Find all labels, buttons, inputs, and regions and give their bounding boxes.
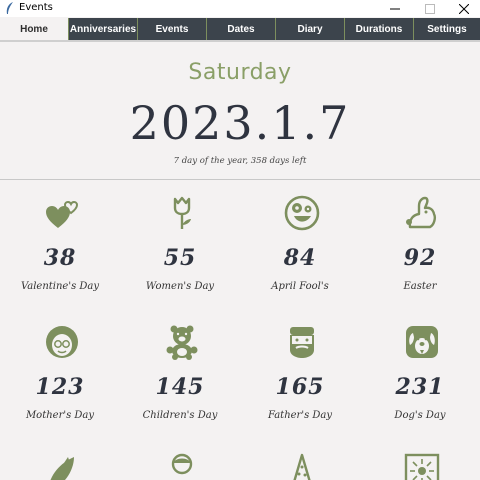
tab-label: Home xyxy=(20,23,48,35)
event-name: Father's Day xyxy=(267,410,333,421)
event-name: April Fool's xyxy=(271,281,329,292)
current-date: 2023.1.7 xyxy=(129,96,351,150)
weekday-label: Saturday xyxy=(188,60,292,85)
bearded-man-icon xyxy=(290,327,314,358)
leaf-icon xyxy=(50,457,74,480)
tab-divider xyxy=(0,40,480,42)
tab-label: Durations xyxy=(355,23,403,35)
tab-label: Anniversaries xyxy=(69,23,137,35)
tab-label: Events xyxy=(155,23,189,35)
event-days-count: 231 xyxy=(395,374,445,400)
grandma-icon xyxy=(46,326,78,358)
tulip-icon xyxy=(173,196,191,229)
tab-anniversaries[interactable]: Anniversaries xyxy=(68,18,137,40)
tab-settings[interactable]: Settings xyxy=(413,18,480,40)
window-title: Events xyxy=(19,2,53,13)
silly-face-icon xyxy=(284,195,320,231)
tab-label: Settings xyxy=(427,23,467,35)
firework-icon xyxy=(404,453,440,480)
hearts-icon xyxy=(46,200,79,228)
event-days-count: 55 xyxy=(163,245,197,271)
teddy-bear-icon xyxy=(166,325,198,360)
minimize-icon xyxy=(390,8,400,9)
person-icon xyxy=(171,453,193,475)
maximize-button[interactable] xyxy=(413,0,447,17)
event-days-count: 145 xyxy=(155,374,205,400)
tab-home[interactable]: Home xyxy=(0,18,68,40)
event-days-count: 38 xyxy=(43,245,77,271)
tab-label: Dates xyxy=(227,23,255,35)
minimize-button[interactable] xyxy=(378,0,412,17)
close-button[interactable] xyxy=(447,0,480,17)
tab-bar: Home Anniversaries Events Dates Diary Du… xyxy=(0,18,480,40)
tab-dates[interactable]: Dates xyxy=(206,18,275,40)
christmas-tree-icon xyxy=(293,453,311,480)
event-name: Valentine's Day xyxy=(20,281,100,292)
rabbit-icon xyxy=(406,196,436,229)
event-name: Children's Day xyxy=(142,410,218,421)
dog-icon xyxy=(406,326,438,358)
event-name: Dog's Day xyxy=(394,410,446,421)
event-days-count: 123 xyxy=(35,374,85,400)
feather-icon xyxy=(6,2,13,14)
event-name: Women's Day xyxy=(145,281,215,292)
event-name: Mother's Day xyxy=(25,410,95,421)
tab-diary[interactable]: Diary xyxy=(275,18,344,40)
tab-durations[interactable]: Durations xyxy=(344,18,413,40)
maximize-icon xyxy=(425,3,435,14)
event-days-count: 165 xyxy=(275,374,325,400)
year-progress-text: 7 day of the year, 358 days left xyxy=(173,156,307,166)
close-icon xyxy=(459,3,469,14)
event-name: Easter xyxy=(403,281,437,292)
tab-label: Diary xyxy=(297,23,323,35)
window-titlebar: Events xyxy=(0,0,480,17)
header-divider xyxy=(0,179,480,180)
event-days-count: 84 xyxy=(283,245,317,271)
event-days-count: 92 xyxy=(403,245,437,271)
tab-events[interactable]: Events xyxy=(137,18,206,40)
